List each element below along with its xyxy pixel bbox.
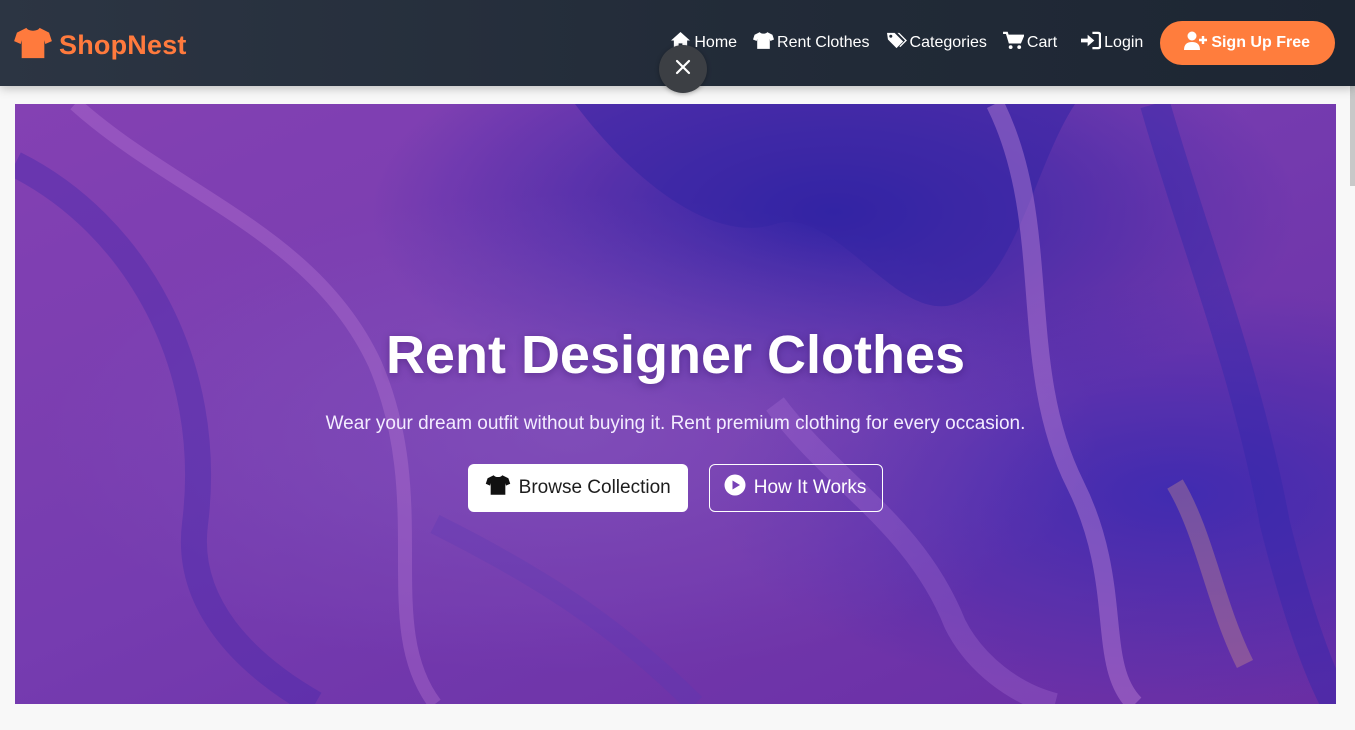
hero-banner: Rent Designer Clothes Wear your dream ou… xyxy=(15,104,1336,704)
hero-title: Rent Designer Clothes xyxy=(385,325,966,385)
cart-icon xyxy=(1002,31,1027,55)
browse-collection-button[interactable]: Browse Collection xyxy=(467,464,688,512)
nav-link-label: Rent Clothes xyxy=(777,34,870,51)
how-it-works-label: How It Works xyxy=(753,477,867,498)
nav-link-login[interactable]: Login xyxy=(1080,31,1143,55)
hero-actions: Browse Collection How It Works xyxy=(15,464,1336,512)
nav-link-cart[interactable]: Cart xyxy=(1002,31,1058,55)
hero-subtitle: Wear your dream outfit without buying it… xyxy=(325,413,1026,434)
shirt-icon xyxy=(485,474,519,502)
brand-logo[interactable]: ShopNest xyxy=(14,26,187,65)
shirt-icon xyxy=(753,31,777,55)
nav-link-label: Cart xyxy=(1026,34,1058,51)
hero-background-image xyxy=(15,104,1336,704)
page-scrollbar[interactable] xyxy=(1350,86,1355,186)
brand-name: ShopNest xyxy=(59,30,187,60)
nav-link-label: Login xyxy=(1104,34,1144,51)
user-plus-icon xyxy=(1184,31,1211,56)
close-icon xyxy=(675,59,691,80)
tags-icon xyxy=(886,31,910,55)
nav-link-rent-clothes[interactable]: Rent Clothes xyxy=(753,31,870,55)
nav-link-label: Home xyxy=(694,34,738,51)
nav-link-categories[interactable]: Categories xyxy=(886,31,987,55)
sign-in-icon xyxy=(1080,31,1104,55)
nav-link-label: Categories xyxy=(909,34,987,51)
sign-up-label: Sign Up Free xyxy=(1211,34,1310,51)
shirt-icon xyxy=(14,26,52,65)
play-circle-icon xyxy=(724,474,754,502)
browse-collection-label: Browse Collection xyxy=(518,477,671,498)
how-it-works-button[interactable]: How It Works xyxy=(708,464,884,512)
sign-up-button[interactable]: Sign Up Free xyxy=(1160,21,1335,65)
close-overlay-button[interactable] xyxy=(659,45,707,93)
nav-menu: Home Rent Clothes Categories Cart Login … xyxy=(654,21,1335,65)
